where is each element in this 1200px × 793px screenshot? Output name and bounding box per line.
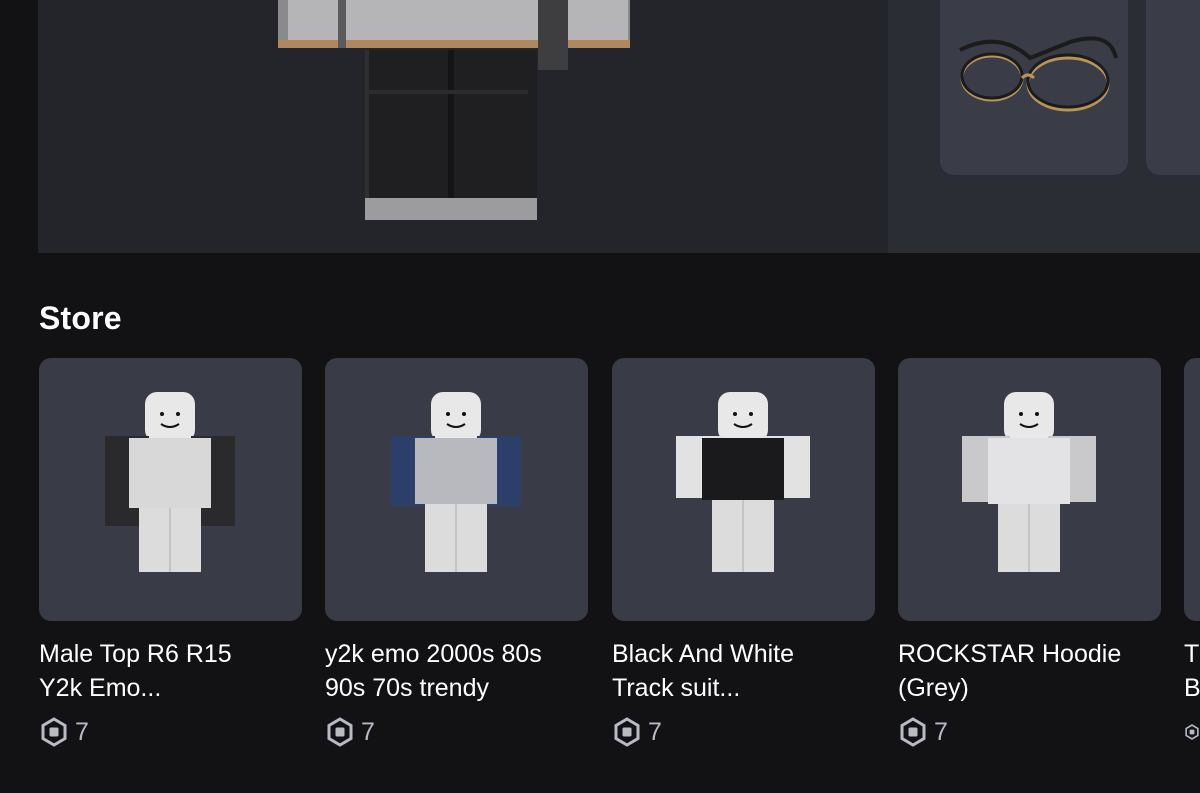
- robux-icon: [614, 717, 640, 747]
- item-price: 7: [39, 717, 303, 747]
- item-thumbnail[interactable]: [612, 358, 875, 621]
- robux-icon: [41, 717, 67, 747]
- robux-icon: [327, 717, 353, 747]
- item-price: [1184, 717, 1200, 747]
- item-thumbnail[interactable]: [898, 358, 1161, 621]
- item-price: 7: [898, 717, 1162, 747]
- item-thumbnail[interactable]: [39, 358, 302, 621]
- item-thumbnail[interactable]: [325, 358, 588, 621]
- price-value: 7: [75, 717, 89, 746]
- item-thumbnail[interactable]: [1184, 358, 1200, 621]
- item-name[interactable]: ROCKSTAR Hoodie (Grey): [898, 637, 1162, 705]
- item-price: 7: [325, 717, 589, 747]
- robux-icon: [1185, 724, 1199, 740]
- avatar-figure: [278, 0, 630, 220]
- avatar-shirt-image: [105, 392, 235, 572]
- store-item[interactable]: Male Top R6 R15 Y2k Emo... 7: [39, 358, 303, 747]
- avatar-editor-page: Store Male Top R6 R15 Y2k Emo... 7 y2k e…: [0, 0, 1200, 793]
- item-name[interactable]: T B: [1184, 637, 1200, 705]
- store-item-row: Male Top R6 R15 Y2k Emo... 7 y2k emo 200…: [0, 358, 1200, 793]
- avatar-shirt-image: [962, 392, 1096, 572]
- item-name[interactable]: Male Top R6 R15 Y2k Emo...: [39, 637, 303, 705]
- store-heading: Store: [39, 300, 122, 336]
- avatar-shirt-image: [676, 392, 810, 572]
- avatar-shirt-image: [391, 392, 521, 572]
- glasses-icon: [959, 36, 1118, 112]
- accessory-card[interactable]: [940, 0, 1128, 175]
- store-item[interactable]: y2k emo 2000s 80s 90s 70s trendy 7: [325, 358, 589, 747]
- avatar-preview[interactable]: [38, 0, 888, 253]
- price-value: 7: [361, 717, 375, 746]
- item-name[interactable]: Black And White Track suit...: [612, 637, 876, 705]
- item-name[interactable]: y2k emo 2000s 80s 90s 70s trendy: [325, 637, 589, 705]
- item-price: 7: [612, 717, 876, 747]
- store-item[interactable]: T B: [1184, 358, 1200, 747]
- accessory-card[interactable]: [1146, 0, 1200, 175]
- price-value: 7: [648, 717, 662, 746]
- price-value: 7: [934, 717, 948, 746]
- store-item[interactable]: Black And White Track suit... 7: [612, 358, 876, 747]
- store-item[interactable]: ROCKSTAR Hoodie (Grey) 7: [898, 358, 1162, 747]
- accessory-panel: [888, 0, 1200, 253]
- robux-icon: [900, 717, 926, 747]
